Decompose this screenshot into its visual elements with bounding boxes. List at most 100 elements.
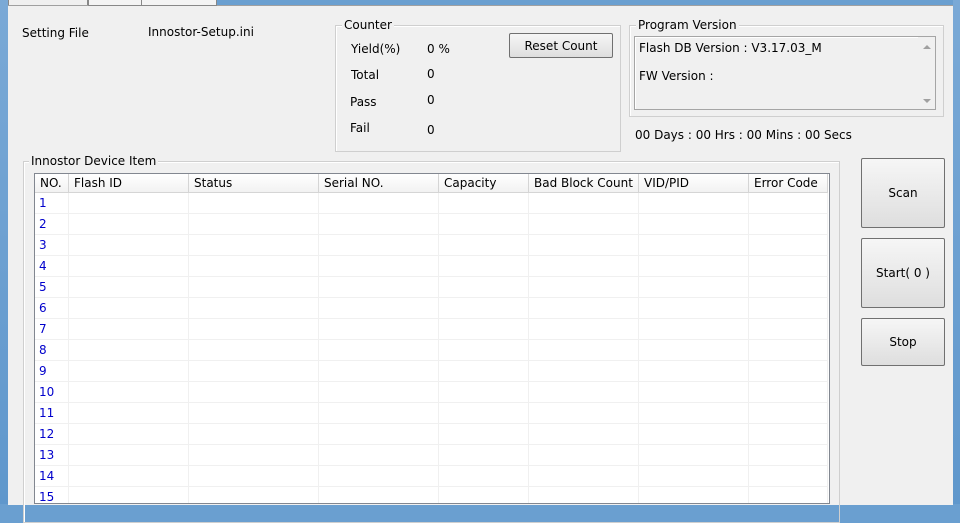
table-cell: [69, 466, 189, 487]
table-cell: [529, 256, 639, 277]
table-row[interactable]: 15: [35, 487, 828, 503]
version-scrollbar[interactable]: [918, 37, 935, 109]
scroll-down-icon[interactable]: [923, 99, 931, 103]
table-cell: [529, 277, 639, 298]
counter-group-title: Counter: [342, 18, 394, 32]
table-row[interactable]: 2: [35, 214, 828, 235]
fail-label: Fail: [350, 121, 370, 135]
program-version-title: Program Version: [636, 18, 739, 32]
table-cell: [639, 340, 749, 361]
table-cell: [189, 256, 319, 277]
table-cell: [529, 298, 639, 319]
scan-button[interactable]: Scan: [861, 158, 945, 228]
table-row[interactable]: 1: [35, 193, 828, 214]
tab-2[interactable]: [88, 0, 142, 6]
table-cell: [529, 403, 639, 424]
device-list[interactable]: NO. Flash ID Status Serial NO. Capacity …: [34, 173, 830, 504]
table-cell: [69, 382, 189, 403]
table-row[interactable]: 10: [35, 382, 828, 403]
reset-count-button[interactable]: Reset Count: [509, 33, 613, 58]
table-cell: [749, 424, 828, 445]
table-cell: [529, 487, 639, 503]
table-cell: [69, 487, 189, 503]
row-number: 4: [35, 256, 69, 277]
version-textbox[interactable]: Flash DB Version : V3.17.03_M FW Version…: [634, 36, 936, 110]
flash-db-version: Flash DB Version : V3.17.03_M: [639, 41, 822, 55]
row-number: 13: [35, 445, 69, 466]
device-list-header: NO. Flash ID Status Serial NO. Capacity …: [35, 174, 828, 193]
table-cell: [639, 424, 749, 445]
table-row[interactable]: 14: [35, 466, 828, 487]
table-row[interactable]: 6: [35, 298, 828, 319]
table-row[interactable]: 12: [35, 424, 828, 445]
table-cell: [319, 445, 439, 466]
col-serial-no[interactable]: Serial NO.: [319, 174, 439, 192]
col-bad-block-count[interactable]: Bad Block Count: [529, 174, 639, 192]
row-number: 7: [35, 319, 69, 340]
table-cell: [749, 445, 828, 466]
setting-file-value: Innostor-Setup.ini: [148, 25, 254, 39]
table-row[interactable]: 4: [35, 256, 828, 277]
table-cell: [529, 424, 639, 445]
scroll-up-icon[interactable]: [923, 45, 931, 49]
table-cell: [319, 361, 439, 382]
table-cell: [749, 340, 828, 361]
table-cell: [439, 445, 529, 466]
pass-label: Pass: [350, 95, 377, 109]
table-cell: [439, 361, 529, 382]
col-status[interactable]: Status: [189, 174, 319, 192]
table-cell: [319, 466, 439, 487]
row-number: 1: [35, 193, 69, 214]
stop-button[interactable]: Stop: [861, 318, 945, 366]
table-cell: [189, 193, 319, 214]
table-cell: [639, 361, 749, 382]
table-cell: [69, 256, 189, 277]
table-cell: [749, 256, 828, 277]
col-no[interactable]: NO.: [35, 174, 69, 192]
start-button[interactable]: Start( 0 ): [861, 238, 945, 308]
table-cell: [529, 193, 639, 214]
table-row[interactable]: 9: [35, 361, 828, 382]
table-cell: [69, 298, 189, 319]
col-flash-id[interactable]: Flash ID: [69, 174, 189, 192]
col-vid-pid[interactable]: VID/PID: [639, 174, 749, 192]
tab-active[interactable]: [8, 0, 88, 5]
table-cell: [69, 235, 189, 256]
row-number: 6: [35, 298, 69, 319]
table-cell: [319, 214, 439, 235]
row-number: 8: [35, 340, 69, 361]
table-cell: [439, 277, 529, 298]
table-cell: [319, 319, 439, 340]
col-capacity[interactable]: Capacity: [439, 174, 529, 192]
table-cell: [749, 466, 828, 487]
table-cell: [439, 256, 529, 277]
table-cell: [529, 340, 639, 361]
row-number: 9: [35, 361, 69, 382]
row-number: 11: [35, 403, 69, 424]
table-row[interactable]: 13: [35, 445, 828, 466]
table-cell: [639, 235, 749, 256]
table-cell: [69, 214, 189, 235]
table-cell: [639, 445, 749, 466]
col-error-code[interactable]: Error Code: [749, 174, 828, 192]
table-cell: [439, 424, 529, 445]
table-row[interactable]: 3: [35, 235, 828, 256]
table-cell: [639, 382, 749, 403]
table-row[interactable]: 5: [35, 277, 828, 298]
table-row[interactable]: 8: [35, 340, 828, 361]
table-cell: [639, 277, 749, 298]
row-number: 3: [35, 235, 69, 256]
table-row[interactable]: 7: [35, 319, 828, 340]
table-cell: [69, 445, 189, 466]
table-row[interactable]: 11: [35, 403, 828, 424]
table-cell: [529, 319, 639, 340]
tab-3[interactable]: [141, 0, 217, 6]
table-cell: [749, 298, 828, 319]
table-cell: [69, 403, 189, 424]
table-cell: [639, 319, 749, 340]
table-cell: [749, 214, 828, 235]
row-number: 2: [35, 214, 69, 235]
row-number: 15: [35, 487, 69, 503]
table-cell: [439, 235, 529, 256]
table-cell: [319, 424, 439, 445]
